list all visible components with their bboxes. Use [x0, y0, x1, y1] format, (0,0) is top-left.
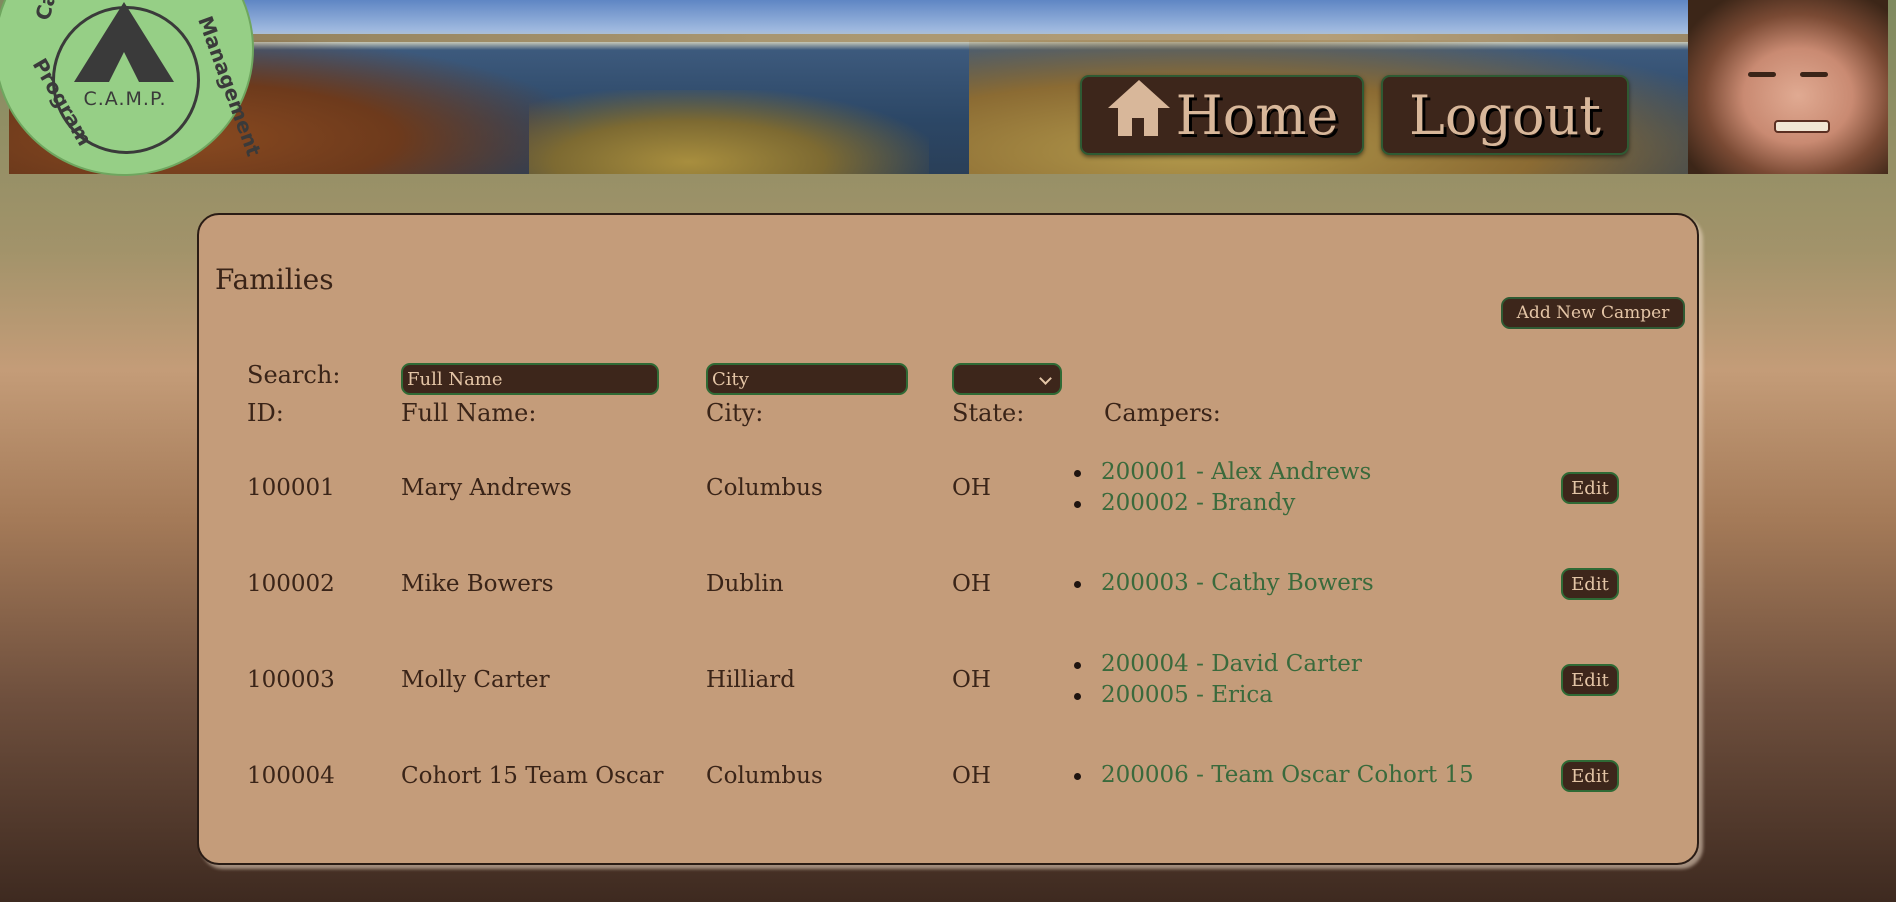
camper-link[interactable]: 200002 - Brandy	[1101, 490, 1295, 516]
camper-link[interactable]: 200005 - Erica	[1101, 682, 1273, 708]
column-header-full-name: Full Name:	[401, 399, 537, 427]
family-state: OH	[952, 763, 991, 789]
list-item: 200004 - David Carter	[1074, 649, 1362, 680]
edit-button[interactable]: Edit	[1561, 472, 1619, 504]
logout-button[interactable]: Logout	[1381, 75, 1629, 155]
family-id: 100004	[247, 763, 335, 789]
camper-link[interactable]: 200001 - Alex Andrews	[1101, 459, 1371, 485]
state-select[interactable]	[952, 363, 1062, 395]
home-button[interactable]: Home	[1080, 75, 1364, 155]
campers-list: 200004 - David Carter 200005 - Erica	[1074, 649, 1362, 711]
family-name: Mike Bowers	[401, 571, 554, 597]
avatar-eye-left	[1748, 72, 1776, 77]
avatar-mouth	[1774, 120, 1830, 133]
family-state: OH	[952, 571, 991, 597]
chevron-down-icon	[1039, 372, 1052, 385]
add-new-camper-button[interactable]: Add New Camper	[1501, 297, 1685, 329]
list-item: 200005 - Erica	[1074, 680, 1362, 711]
list-item: 200006 - Team Oscar Cohort 15	[1074, 760, 1474, 791]
tent-door-icon	[109, 52, 139, 82]
family-name: Mary Andrews	[401, 475, 572, 501]
search-label: Search:	[247, 361, 341, 389]
edit-button[interactable]: Edit	[1561, 664, 1619, 696]
banner-foliage-middle	[529, 90, 929, 174]
logo-ring-text-camp: Cam	[31, 0, 67, 23]
family-id: 100002	[247, 571, 335, 597]
list-item: 200003 - Cathy Bowers	[1074, 568, 1374, 599]
camper-link[interactable]: 200003 - Cathy Bowers	[1101, 570, 1374, 596]
camper-link[interactable]: 200006 - Team Oscar Cohort 15	[1101, 762, 1474, 788]
column-header-city: City:	[706, 399, 764, 427]
column-header-state: State:	[952, 399, 1025, 427]
avatar-eye-right	[1800, 72, 1828, 77]
family-state: OH	[952, 475, 991, 501]
campers-list: 200006 - Team Oscar Cohort 15	[1074, 760, 1474, 791]
full-name-search-input[interactable]	[401, 363, 659, 395]
column-header-campers: Campers:	[1104, 399, 1221, 427]
family-id: 100003	[247, 667, 335, 693]
city-search-input[interactable]	[706, 363, 908, 395]
logout-button-label: Logout	[1409, 83, 1601, 147]
campers-list: 200003 - Cathy Bowers	[1074, 568, 1374, 599]
user-avatar-photo	[1688, 0, 1888, 174]
house-icon	[1106, 80, 1170, 138]
camper-link[interactable]: 200004 - David Carter	[1101, 651, 1362, 677]
family-name: Cohort 15 Team Oscar	[401, 763, 664, 789]
campers-list: 200001 - Alex Andrews 200002 - Brandy	[1074, 457, 1371, 519]
family-name: Molly Carter	[401, 667, 550, 693]
family-city: Columbus	[706, 475, 823, 501]
family-city: Dublin	[706, 571, 784, 597]
family-state: OH	[952, 667, 991, 693]
families-panel: Families Add New Camper Search: ID: Full…	[197, 213, 1699, 865]
edit-button[interactable]: Edit	[1561, 568, 1619, 600]
logo-camp-text: C.A.M.P.	[83, 88, 167, 110]
list-item: 200001 - Alex Andrews	[1074, 457, 1371, 488]
home-button-label: Home	[1175, 83, 1339, 147]
edit-button[interactable]: Edit	[1561, 760, 1619, 792]
family-id: 100001	[247, 475, 335, 501]
column-header-id: ID:	[247, 399, 284, 427]
list-item: 200002 - Brandy	[1074, 488, 1371, 519]
family-city: Columbus	[706, 763, 823, 789]
family-city: Hilliard	[706, 667, 795, 693]
page-title: Families	[215, 263, 334, 296]
